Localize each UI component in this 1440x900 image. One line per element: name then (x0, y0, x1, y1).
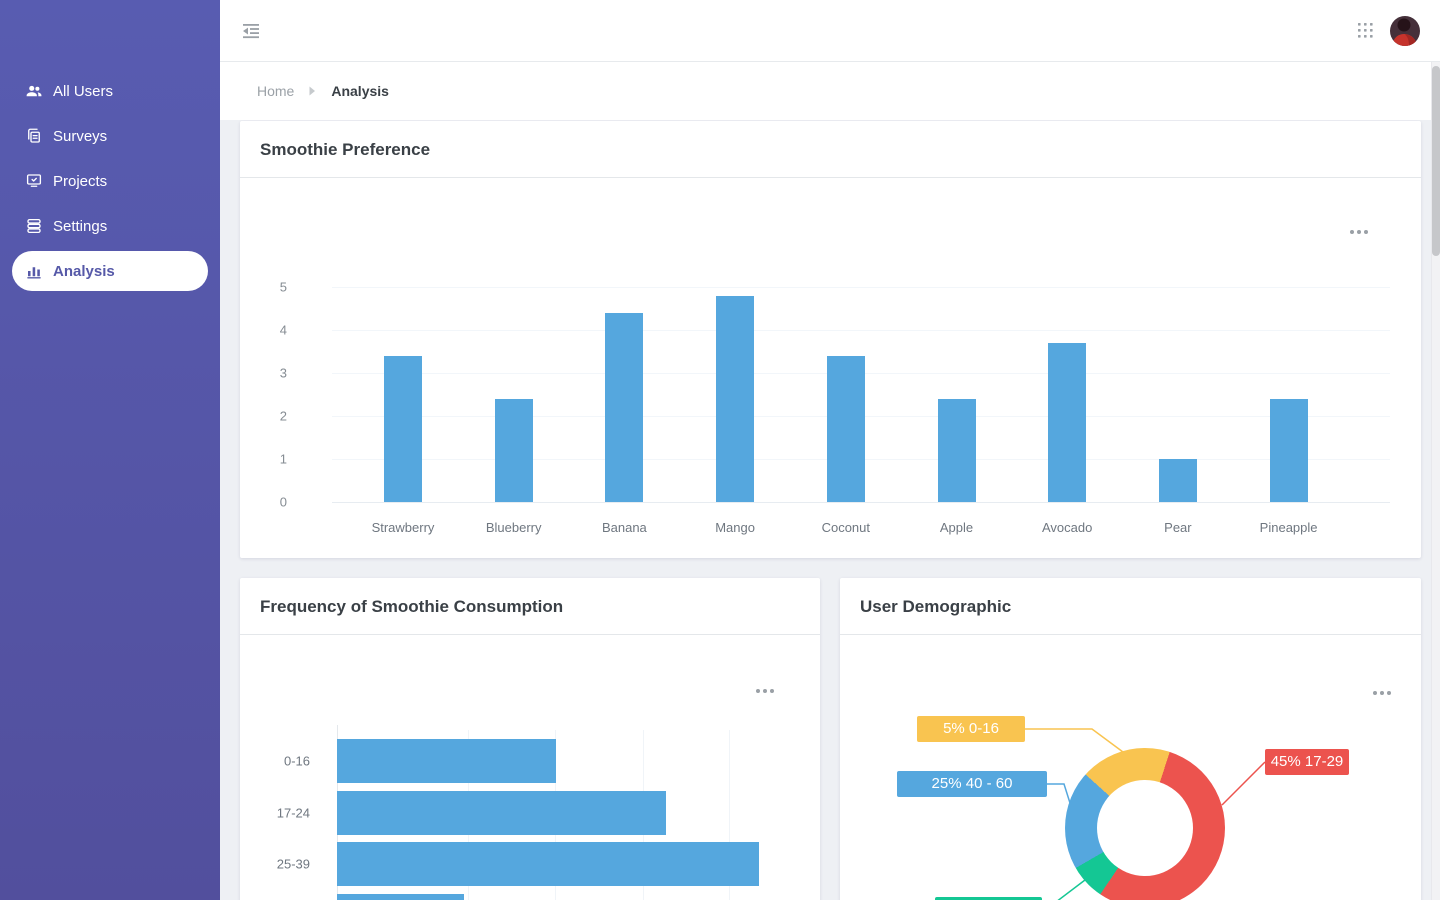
bar-apple (938, 399, 976, 502)
gridline-y4 (332, 330, 1390, 331)
sidebar-item-projects[interactable]: Projects (12, 161, 208, 201)
bar-mango (716, 296, 754, 502)
sidebar-item-label: Projects (53, 173, 107, 190)
x-category-label: Banana (569, 520, 679, 535)
gridline-y0 (332, 502, 1390, 503)
y-tick-label: 1 (257, 452, 287, 467)
preference-chart: 5 4 3 2 1 0 StrawberryBlueberryBananaMangoCoco… (240, 178, 1421, 557)
bar-avocado (1048, 343, 1086, 502)
demographic-card: User Demographic 5% 0-16 45% 17-29 25% 40 … (840, 578, 1421, 900)
breadcrumb: Home Analysis (220, 62, 1440, 120)
frequency-chart: 0-16 17-24 25-39 (240, 635, 820, 900)
x-category-label: Apple (902, 520, 1012, 535)
bar-pear (1159, 459, 1197, 502)
chart-menu-icon[interactable] (1346, 226, 1372, 238)
scrollbar-thumb[interactable] (1432, 66, 1440, 256)
sidebar-item-label: Analysis (53, 263, 115, 280)
chart-menu-icon[interactable] (752, 685, 778, 697)
users-icon (25, 82, 43, 100)
chart-menu-icon[interactable] (1369, 687, 1395, 699)
bar-strawberry (384, 356, 422, 502)
bar-partial (337, 894, 464, 900)
chevron-right-icon (309, 86, 316, 96)
bar-17-24 (337, 791, 666, 835)
x-category-label: Avocado (1012, 520, 1122, 535)
x-category-label: Mango (680, 520, 790, 535)
card-title: Frequency of Smoothie Consumption (240, 578, 820, 635)
frequency-card: Frequency of Smoothie Consumption 0-16 17… (240, 578, 820, 900)
demographic-chart: 5% 0-16 45% 17-29 25% 40 - 60 (840, 635, 1421, 900)
bar-25-39 (337, 842, 759, 886)
x-category-label: Coconut (791, 520, 901, 535)
y-tick-label: 5 (257, 280, 287, 295)
x-category-label: Blueberry (459, 520, 569, 535)
bar-0-16 (337, 739, 556, 783)
sidebar-nav: All Users Surveys Projects Settings Analysis (0, 0, 220, 291)
surveys-icon (25, 127, 43, 145)
projects-icon (25, 172, 43, 190)
smoothie-preference-card: Smoothie Preference 5 4 3 2 1 0 StrawberryBlue… (240, 121, 1421, 558)
gridline-y5 (332, 287, 1390, 288)
y-category-label: 0-16 (250, 754, 310, 769)
y-tick-label: 0 (257, 495, 287, 510)
donut-label-25-40-60: 25% 40 - 60 (897, 771, 1047, 797)
x-category-label: Pear (1123, 520, 1233, 535)
scrollbar-track[interactable] (1431, 62, 1440, 900)
user-avatar[interactable] (1390, 16, 1420, 46)
sidebar-toggle-icon[interactable] (240, 21, 262, 41)
apps-grid-icon[interactable] (1357, 22, 1374, 39)
donut-label-5-0-16: 5% 0-16 (917, 716, 1025, 742)
bar-blueberry (495, 399, 533, 502)
sidebar-item-surveys[interactable]: Surveys (12, 116, 208, 156)
sidebar-item-label: Settings (53, 218, 107, 235)
donut-label-45-17-29: 45% 17-29 (1265, 749, 1349, 775)
sidebar-item-all-users[interactable]: All Users (12, 71, 208, 111)
card-title: User Demographic (840, 578, 1421, 635)
bar-coconut (827, 356, 865, 502)
settings-icon (25, 217, 43, 235)
y-tick-label: 4 (257, 323, 287, 338)
sidebar: All Users Surveys Projects Settings Analysis (0, 0, 220, 900)
sidebar-item-settings[interactable]: Settings (12, 206, 208, 246)
x-category-label: Pineapple (1234, 520, 1344, 535)
sidebar-item-label: All Users (53, 83, 113, 100)
y-category-label: 25-39 (250, 857, 310, 872)
sidebar-item-label: Surveys (53, 128, 107, 145)
x-category-label: Strawberry (348, 520, 458, 535)
donut-hole (1097, 780, 1193, 876)
breadcrumb-home-link[interactable]: Home (257, 83, 294, 99)
main-content: Smoothie Preference 5 4 3 2 1 0 StrawberryBlue… (220, 120, 1440, 900)
top-bar (220, 0, 1440, 62)
bar-pineapple (1270, 399, 1308, 502)
analysis-icon (25, 262, 43, 280)
breadcrumb-current: Analysis (331, 83, 389, 99)
y-category-label: 17-24 (250, 806, 310, 821)
bar-banana (605, 313, 643, 502)
sidebar-item-analysis[interactable]: Analysis (12, 251, 208, 291)
card-title: Smoothie Preference (240, 121, 1421, 178)
y-tick-label: 3 (257, 366, 287, 381)
y-tick-label: 2 (257, 409, 287, 424)
